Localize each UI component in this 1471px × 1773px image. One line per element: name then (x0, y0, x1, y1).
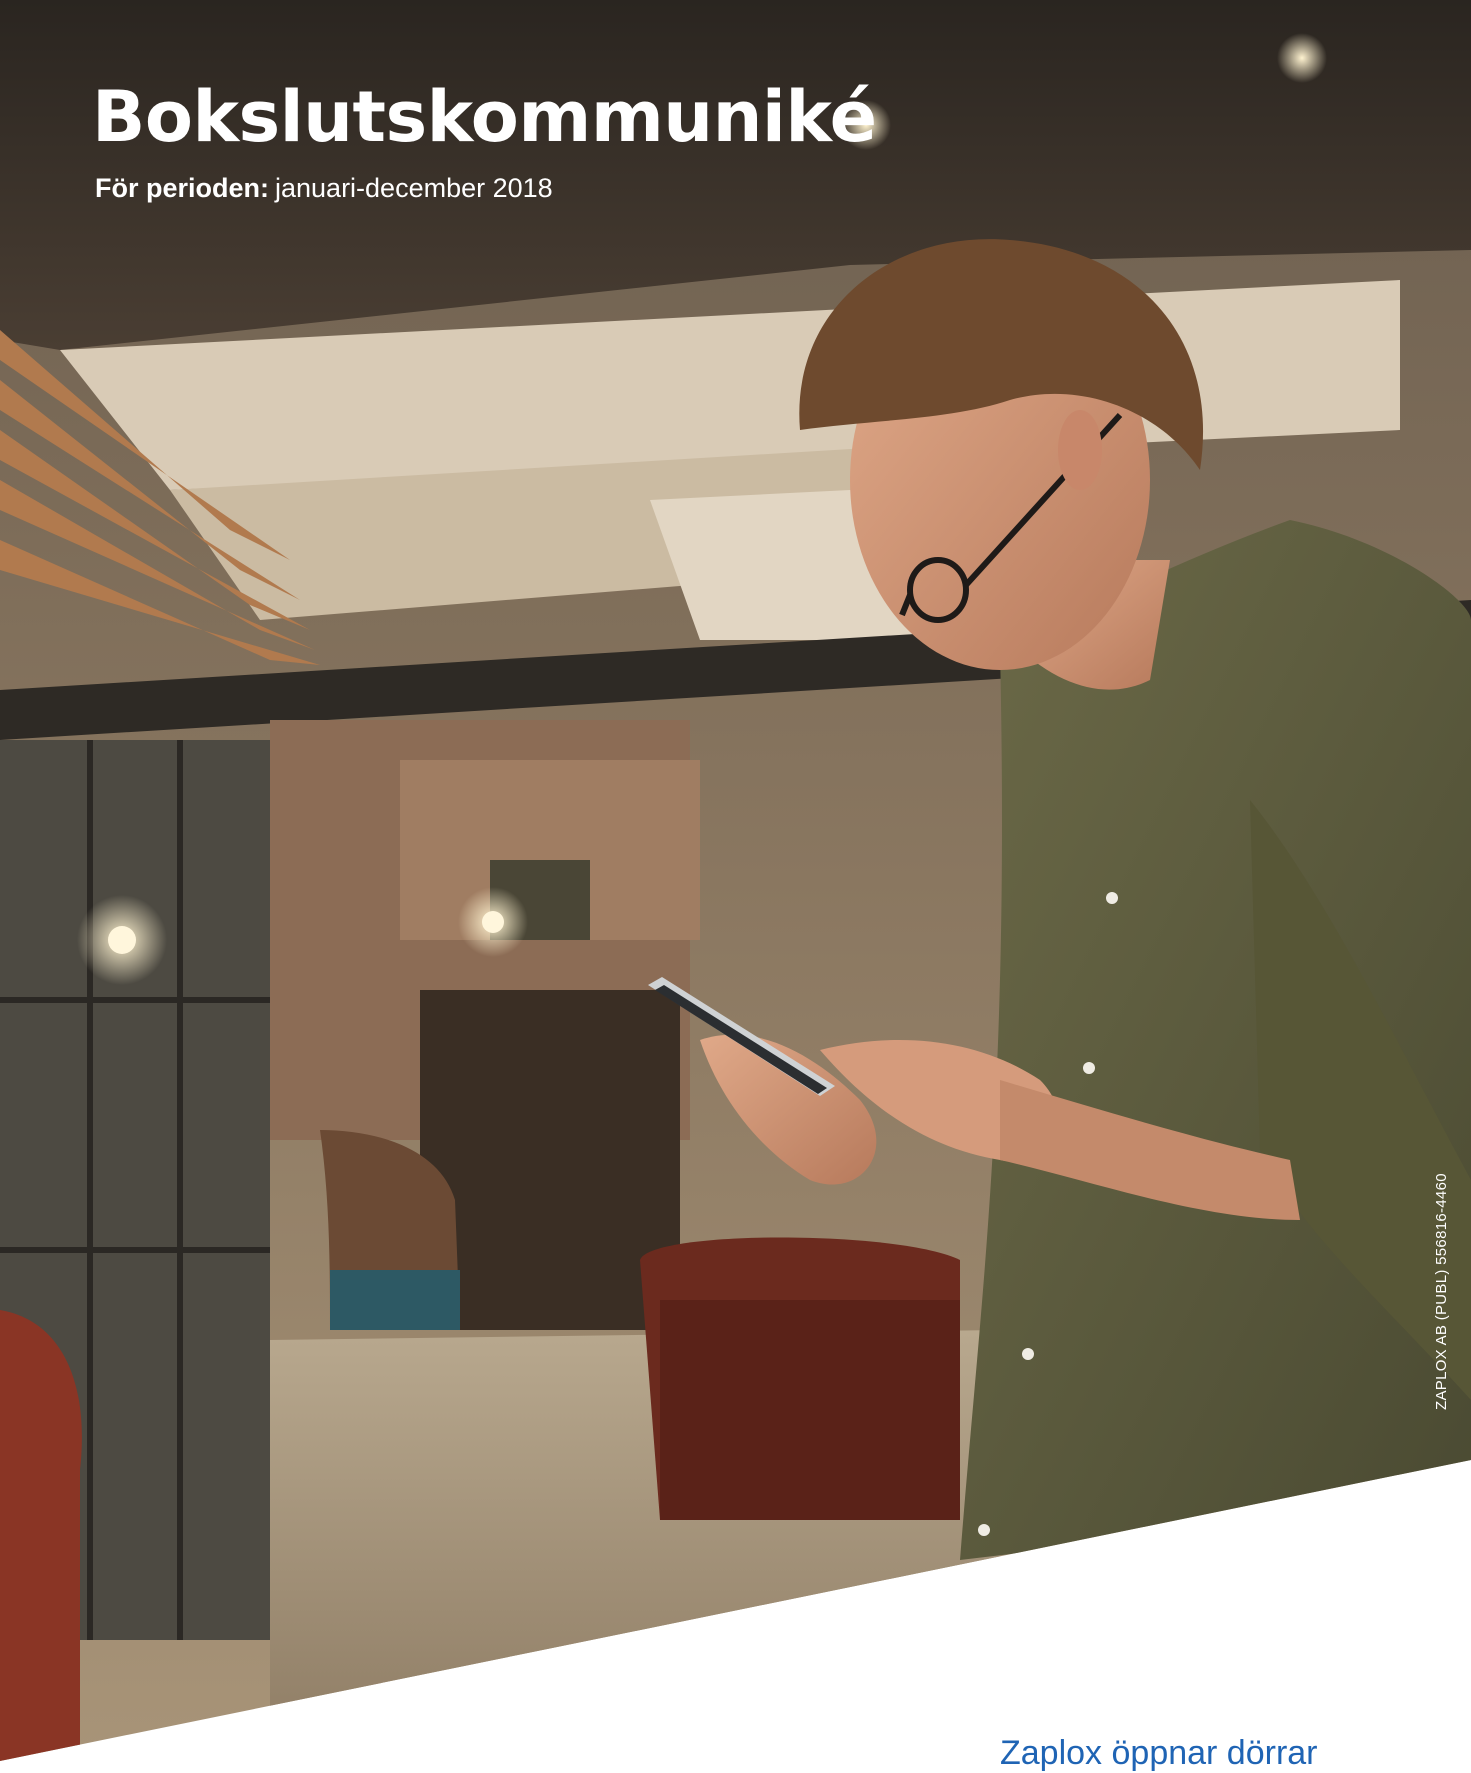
company-registration-text: ZAPLOX AB (PUBL) 556816-4460 (1433, 1173, 1450, 1410)
cover-photo (0, 0, 1471, 1761)
man-using-smartphone-in-lounge-photo (0, 0, 1471, 1761)
period-label: För perioden: (95, 173, 269, 203)
page-title: Bokslutskommuniké (92, 76, 877, 158)
period-line: För perioden: januari-december 2018 (95, 173, 553, 204)
tagline: Zaplox öppnar dörrar (1000, 1734, 1318, 1772)
period-value: januari-december 2018 (275, 173, 553, 203)
